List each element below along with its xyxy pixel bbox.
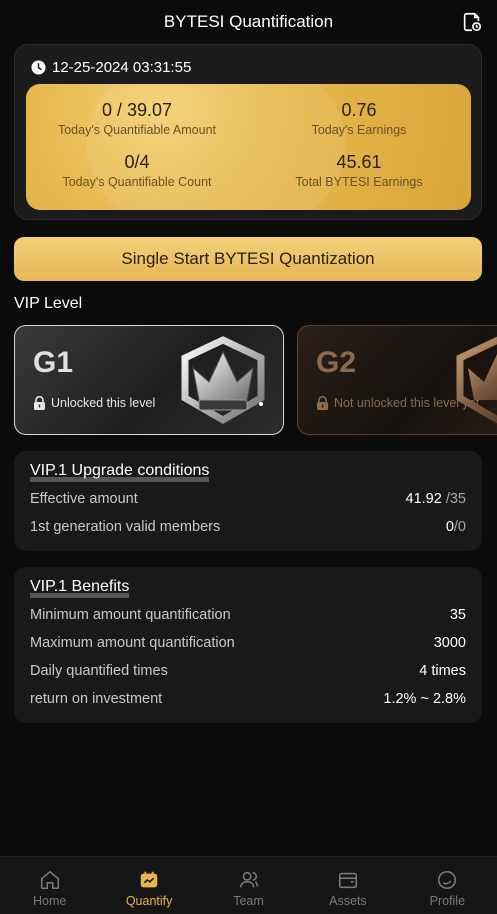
quantifiable-amount-stat: 0 / 39.07 Today's Quantifiable Amount	[26, 100, 248, 137]
datetime-row: 12-25-2024 03:31:55	[31, 59, 191, 76]
datetime-text: 12-25-2024 03:31:55	[52, 59, 192, 76]
header: BYTESI Quantification	[0, 0, 497, 44]
condition-row: 1st generation valid members 0/0	[30, 519, 466, 535]
bottom-tab-bar: Home Quantify Team Assets Profile	[0, 856, 497, 914]
earnings-panel: 0 / 39.07 Today's Quantifiable Amount 0.…	[26, 84, 471, 210]
tab-label: Assets	[329, 894, 367, 908]
benefit-row: return on investment 1.2% ~ 2.8%	[30, 691, 466, 707]
benefits-panel: VIP.1 Benefits Minimum amount quantifica…	[14, 567, 482, 723]
page-title: BYTESI Quantification	[163, 12, 334, 31]
total-earnings-value: 45.61	[336, 152, 382, 172]
benefits-title: VIP.1 Benefits	[30, 578, 130, 598]
home-icon	[40, 870, 59, 890]
quantifiable-count-value: 0/4	[124, 152, 150, 172]
quantifiable-count-stat: 0/4 Today's Quantifiable Count	[26, 152, 248, 189]
vip-card-g2[interactable]: G2 Not unlocked this level yet	[297, 325, 497, 435]
total-earnings-stat: 45.61 Total BYTESI Earnings	[248, 152, 470, 189]
lock-icon	[34, 396, 45, 410]
benefit-value: 4 times	[419, 663, 466, 679]
tab-team[interactable]: Team	[199, 857, 298, 914]
profile-icon	[438, 870, 457, 890]
condition-target: /35	[441, 491, 466, 507]
crown-icon	[181, 336, 265, 425]
tab-home[interactable]: Home	[0, 857, 99, 914]
lock-icon	[317, 396, 328, 410]
earnings-stat: 0.76 Today's Earnings	[248, 100, 470, 137]
tab-label: Team	[233, 894, 264, 908]
vip-code: G1	[33, 346, 74, 379]
condition-target: /0	[453, 519, 466, 535]
benefit-row: Maximum amount quantification 3000	[30, 635, 466, 651]
condition-current: 0	[445, 519, 454, 535]
quantify-icon	[140, 871, 158, 888]
team-icon	[239, 871, 258, 888]
benefit-label: return on investment	[30, 691, 163, 707]
start-quantization-button[interactable]: Single Start BYTESI Quantization	[14, 237, 482, 281]
record-history-icon[interactable]	[461, 11, 483, 33]
upgrade-conditions-title: VIP.1 Upgrade conditions	[30, 462, 210, 482]
quantifiable-amount-label: Today's Quantifiable Amount	[57, 123, 217, 137]
quantifiable-count-label: Today's Quantifiable Count	[62, 175, 212, 189]
crown-icon	[456, 336, 497, 424]
wallet-icon	[338, 872, 357, 889]
earnings-label: Today's Earnings	[311, 123, 407, 137]
tab-label: Quantify	[125, 894, 173, 908]
vip-card-g1[interactable]: G1 Unlocked this level	[14, 325, 284, 435]
vip-section-title: VIP Level	[14, 295, 83, 312]
quantifiable-amount-value: 0 / 39.07	[101, 100, 173, 120]
tab-label: Profile	[429, 894, 466, 908]
vip-status: Unlocked this level	[51, 396, 156, 410]
condition-current: 41.92	[405, 491, 442, 507]
condition-label: 1st generation valid members	[30, 519, 221, 535]
tab-label: Home	[33, 894, 67, 908]
tab-profile[interactable]: Profile	[398, 857, 497, 914]
benefit-value: 35	[449, 607, 466, 623]
total-earnings-label: Total BYTESI Earnings	[295, 175, 423, 189]
condition-row: Effective amount 41.92 /35	[30, 491, 466, 507]
benefit-row: Minimum amount quantification 35	[30, 607, 466, 623]
benefit-value: 1.2% ~ 2.8%	[383, 691, 466, 707]
tab-assets[interactable]: Assets	[298, 857, 397, 914]
upgrade-conditions-panel: VIP.1 Upgrade conditions Effective amoun…	[14, 451, 482, 551]
earnings-value: 0.76	[341, 100, 377, 120]
condition-label: Effective amount	[30, 491, 138, 507]
benefit-label: Minimum amount quantification	[30, 607, 231, 623]
benefit-value: 3000	[433, 635, 466, 651]
benefit-label: Maximum amount quantification	[30, 635, 235, 651]
summary-card: 12-25-2024 03:31:55 0 / 39.07 Today's Qu…	[14, 44, 482, 220]
clock-icon	[31, 60, 46, 75]
tab-quantify[interactable]: Quantify	[99, 857, 198, 914]
vip-code: G2	[316, 346, 357, 379]
benefit-row: Daily quantified times 4 times	[30, 663, 466, 679]
benefit-label: Daily quantified times	[30, 663, 168, 679]
